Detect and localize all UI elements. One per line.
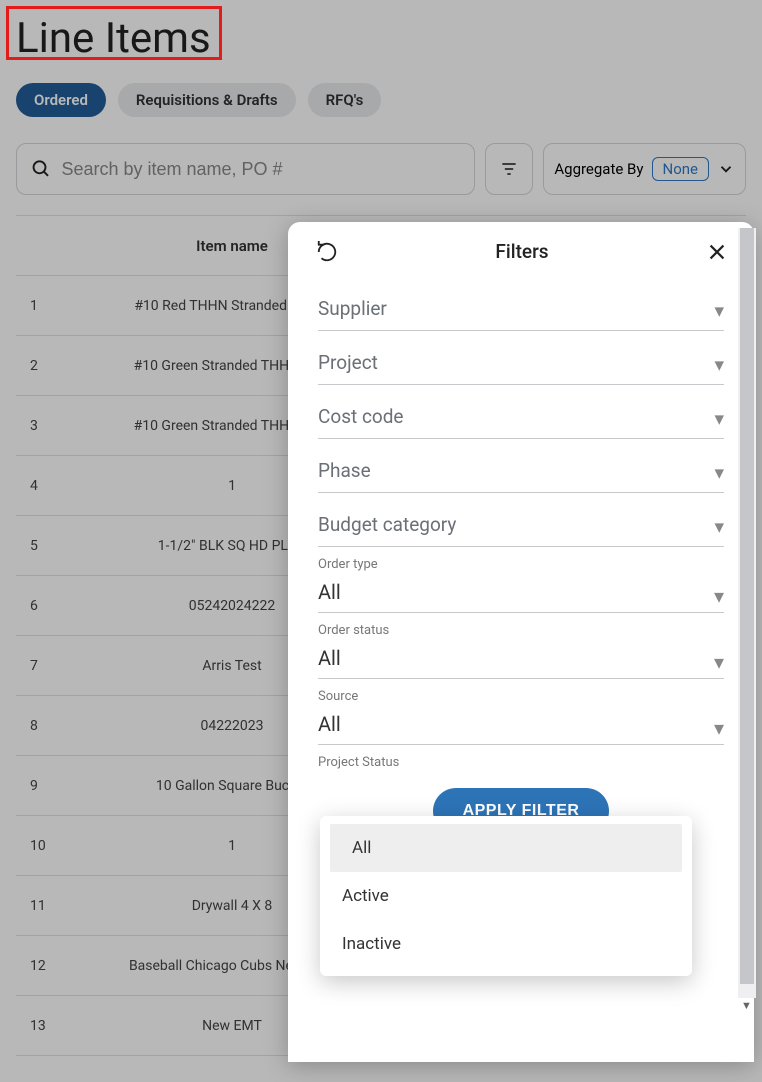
- filter-order-type-label: Order type: [318, 557, 724, 572]
- caret-down-icon: ▾: [714, 584, 724, 608]
- aggregate-selector[interactable]: Aggregate By None: [543, 143, 746, 195]
- filter-source-label: Source: [318, 689, 724, 704]
- caret-down-icon: ▾: [714, 716, 724, 740]
- filter-source[interactable]: All▾: [318, 708, 724, 745]
- filter-project[interactable]: Project▾: [318, 331, 724, 385]
- filters-title: Filters: [495, 240, 548, 263]
- filter-cost-code[interactable]: Cost code▾: [318, 385, 724, 439]
- search-icon: [31, 158, 51, 180]
- filter-phase[interactable]: Phase▾: [318, 439, 724, 493]
- tabs-row: Ordered Requisitions & Drafts RFQ's: [16, 83, 746, 117]
- caret-down-icon: ▾: [714, 407, 724, 430]
- refresh-icon[interactable]: [316, 241, 338, 263]
- filter-supplier[interactable]: Supplier▾: [318, 277, 724, 331]
- aggregate-value: None: [652, 157, 710, 181]
- filter-budget-category[interactable]: Budget category▾: [318, 493, 724, 547]
- filter-order-status[interactable]: All▾: [318, 642, 724, 679]
- caret-down-icon: ▾: [714, 299, 724, 322]
- tab-requisitions[interactable]: Requisitions & Drafts: [118, 83, 296, 117]
- caret-down-icon: ▾: [714, 353, 724, 376]
- project-status-dropdown: All Active Inactive: [320, 816, 692, 976]
- aggregate-label: Aggregate By: [554, 160, 643, 178]
- filters-panel: ▲ ▼ Filters Supplier▾ Project▾ Cost code…: [288, 222, 754, 1062]
- filter-order-type[interactable]: All▾: [318, 576, 724, 613]
- chevron-down-icon: [717, 160, 735, 178]
- tab-ordered[interactable]: Ordered: [16, 83, 106, 117]
- filter-button[interactable]: [485, 143, 533, 195]
- dropdown-option-all[interactable]: All: [330, 824, 682, 872]
- search-input[interactable]: [61, 159, 460, 180]
- page-title: Line Items: [16, 14, 746, 63]
- filter-icon: [499, 159, 519, 179]
- search-box[interactable]: [16, 143, 475, 195]
- scrollbar[interactable]: ▲ ▼: [738, 228, 756, 998]
- dropdown-option-inactive[interactable]: Inactive: [320, 920, 692, 968]
- filter-project-status-label: Project Status: [318, 755, 724, 770]
- dropdown-option-active[interactable]: Active: [320, 872, 692, 920]
- tab-rfqs[interactable]: RFQ's: [308, 83, 382, 117]
- caret-down-icon: ▾: [714, 515, 724, 538]
- caret-down-icon: ▾: [714, 650, 724, 674]
- close-icon[interactable]: [706, 241, 728, 263]
- filter-order-status-label: Order status: [318, 623, 724, 638]
- caret-down-icon: ▾: [714, 461, 724, 484]
- scroll-thumb[interactable]: [740, 228, 754, 984]
- scroll-down-icon[interactable]: ▼: [741, 999, 752, 1012]
